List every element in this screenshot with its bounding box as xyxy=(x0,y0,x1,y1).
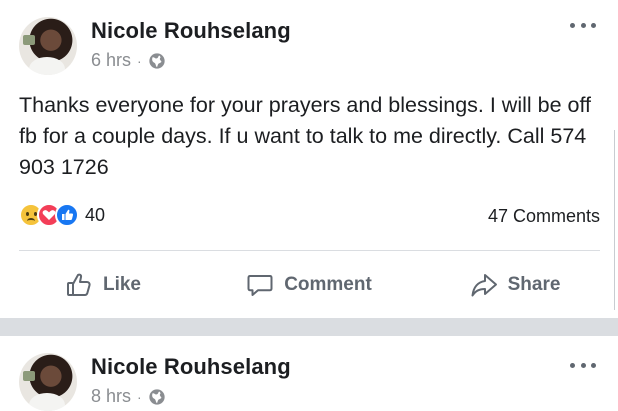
share-icon xyxy=(471,274,497,297)
scrollbar[interactable] xyxy=(614,130,618,310)
share-label: Share xyxy=(507,274,561,295)
more-options-icon[interactable] xyxy=(570,360,596,370)
comment-label: Comment xyxy=(284,274,372,295)
author-name[interactable]: Nicole Rouhselang xyxy=(91,354,291,380)
comment-button[interactable]: Comment xyxy=(206,262,412,308)
post-meta: 8 hrs · xyxy=(91,386,166,407)
meta-separator: · xyxy=(137,52,142,69)
meta-separator: · xyxy=(137,388,142,405)
post-time[interactable]: 8 hrs xyxy=(91,386,131,407)
like-label: Like xyxy=(102,274,142,295)
like-button[interactable]: Like xyxy=(0,262,206,308)
post-card: Nicole Rouhselang 8 hrs · xyxy=(0,336,618,411)
reaction-count: 40 xyxy=(85,204,106,225)
action-bar: Like Comment Share xyxy=(0,262,618,308)
reactions-summary[interactable]: 40 xyxy=(19,203,105,227)
feed-separator xyxy=(0,318,618,336)
divider xyxy=(19,250,600,251)
post-card: Nicole Rouhselang 6 hrs · Thanks everyon… xyxy=(0,0,618,318)
post-time[interactable]: 6 hrs xyxy=(91,50,131,71)
avatar[interactable] xyxy=(19,353,77,411)
avatar[interactable] xyxy=(19,17,77,75)
comments-count[interactable]: 47 Comments xyxy=(488,206,600,227)
share-button[interactable]: Share xyxy=(412,262,618,308)
thumbs-up-icon xyxy=(66,273,91,296)
post-text: Thanks everyone for your prayers and ble… xyxy=(19,93,592,179)
globe-icon xyxy=(149,52,165,69)
post-meta: 6 hrs · xyxy=(91,50,166,71)
like-reaction-icon xyxy=(55,203,79,227)
comment-icon xyxy=(247,275,273,296)
author-name[interactable]: Nicole Rouhselang xyxy=(91,18,291,44)
more-options-icon[interactable] xyxy=(570,20,596,30)
globe-icon xyxy=(149,388,165,405)
